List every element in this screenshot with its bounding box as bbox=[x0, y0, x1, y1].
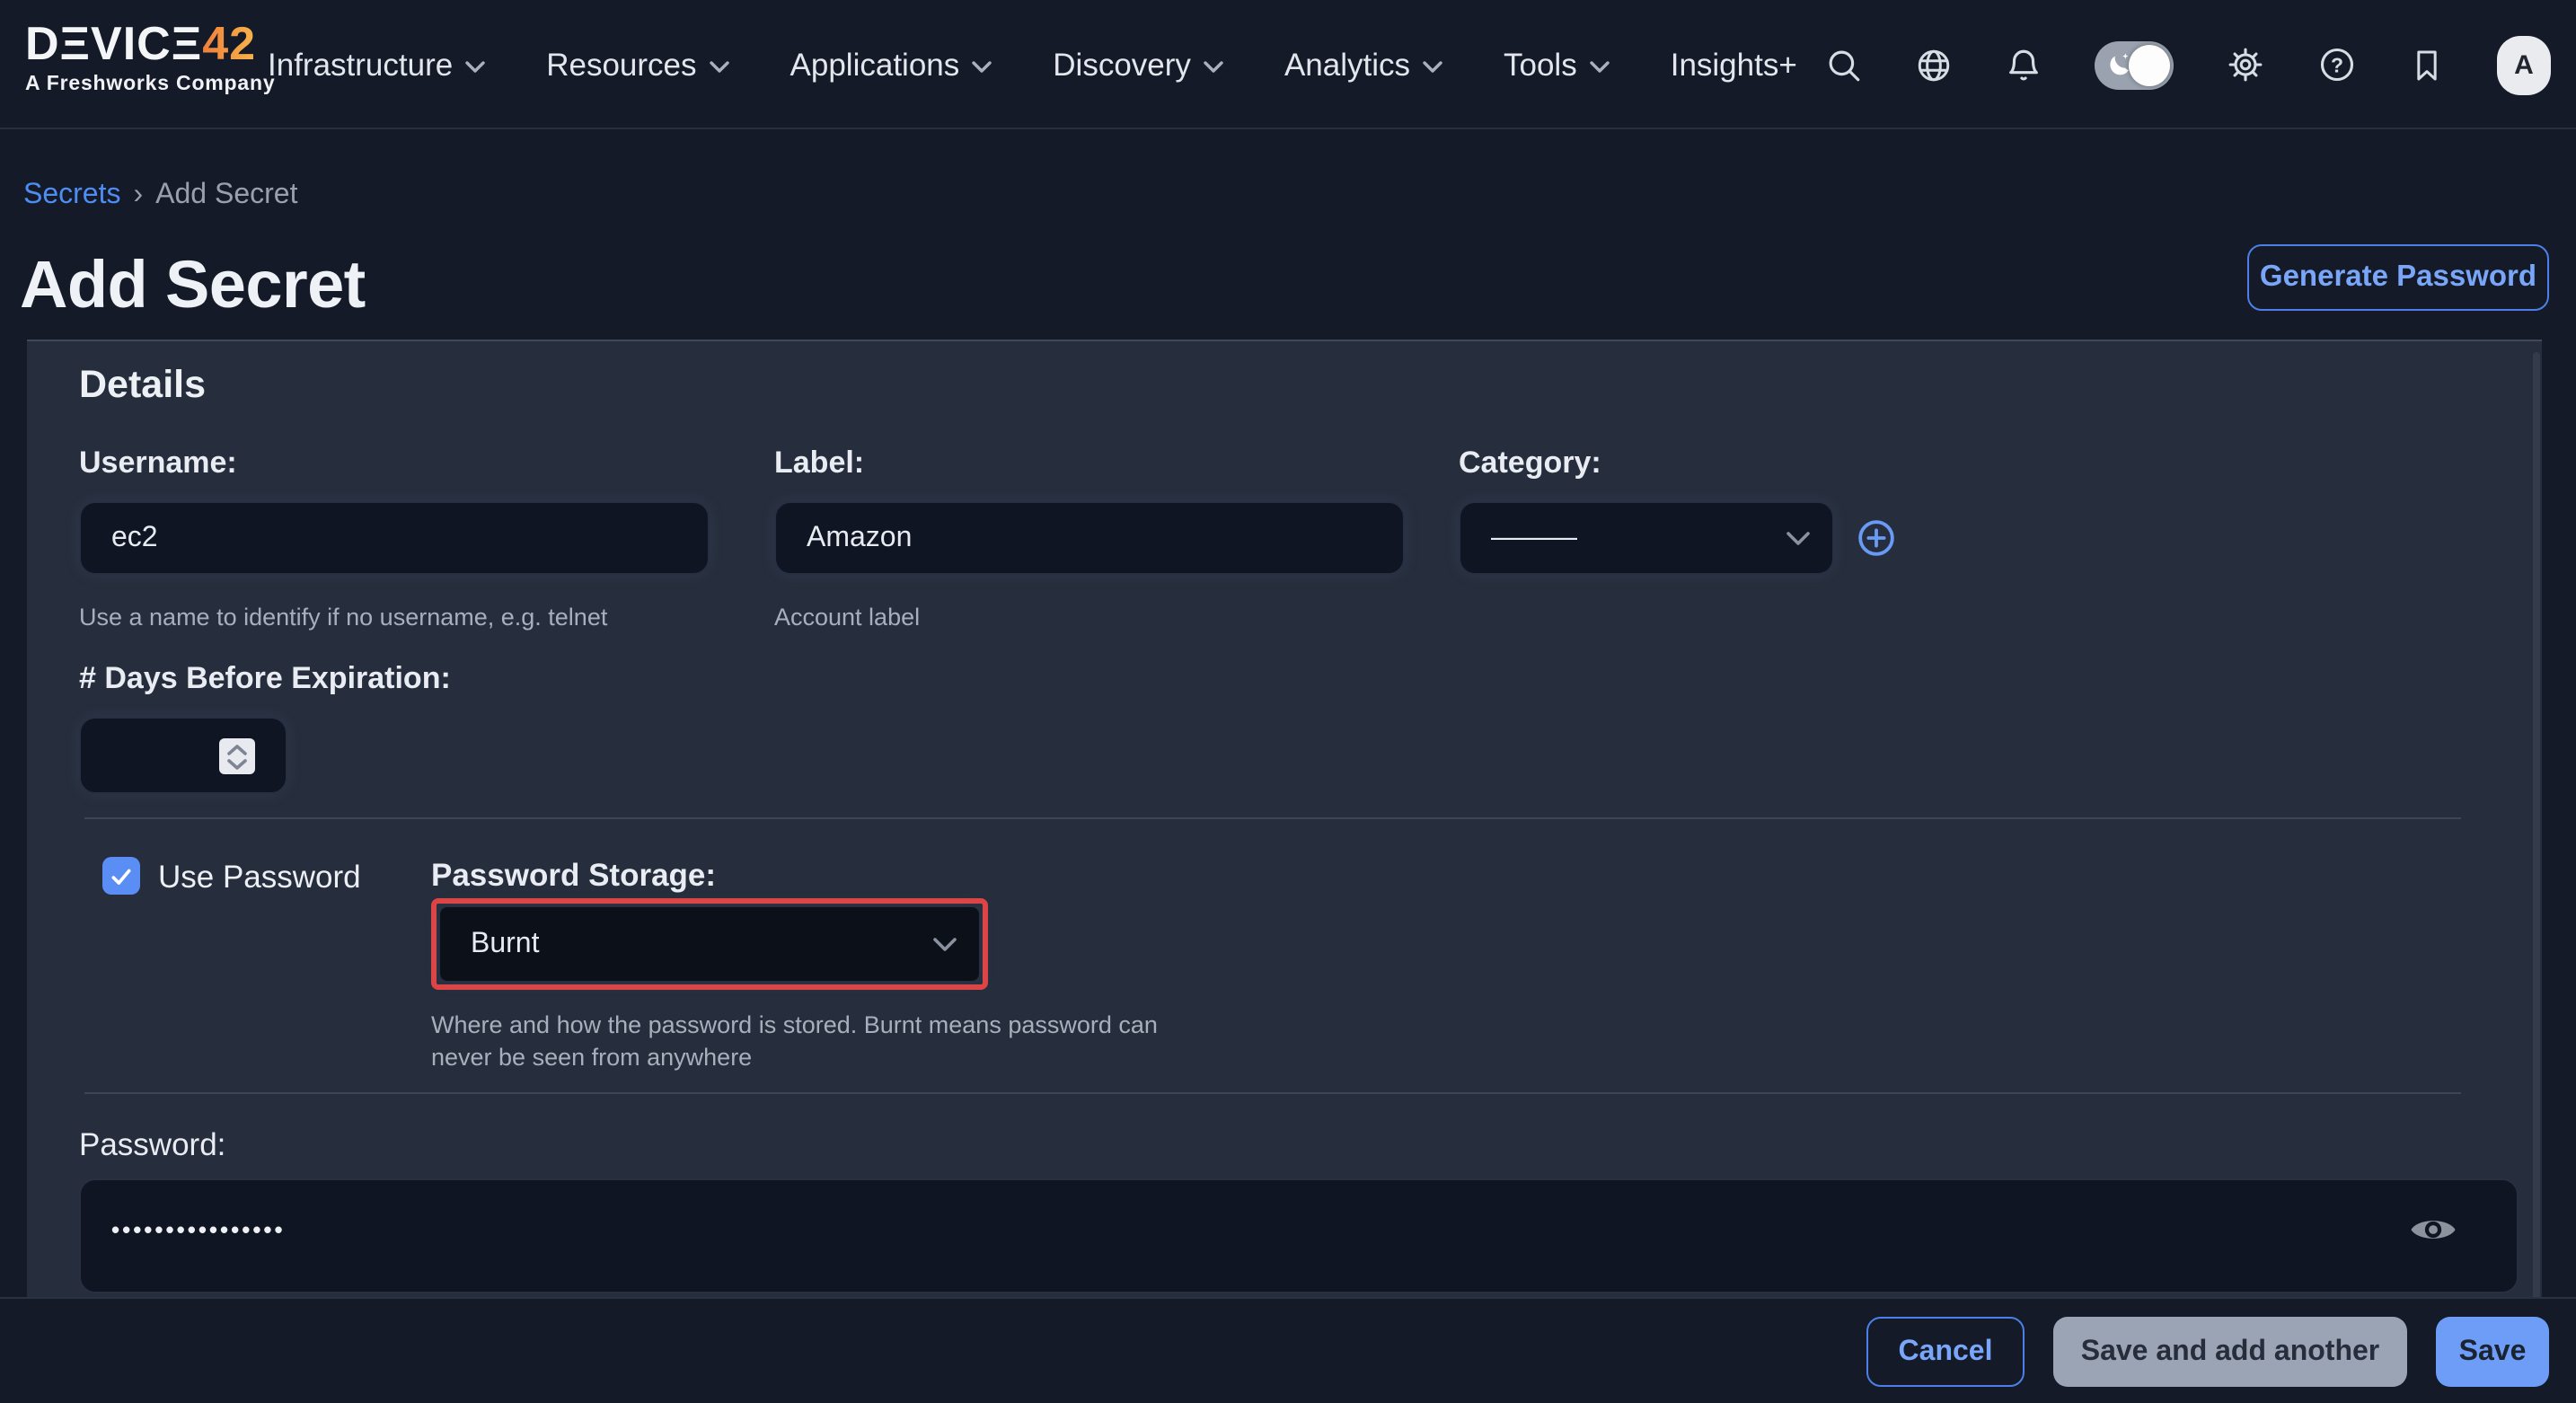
logo-42: 42 bbox=[202, 16, 256, 70]
device42-logo[interactable]: DΞVICΞ42 A Freshworks Company bbox=[25, 20, 275, 96]
password-input[interactable] bbox=[79, 1178, 2519, 1293]
password-storage-value: Burnt bbox=[471, 928, 540, 960]
nav-item-insights[interactable]: Insights+ bbox=[1671, 46, 1797, 84]
nav-item-infrastructure[interactable]: Infrastructure bbox=[268, 46, 485, 84]
bookmark-icon[interactable] bbox=[2409, 46, 2445, 84]
password-storage-helper: Where and how the password is stored. Bu… bbox=[431, 1010, 1207, 1072]
label-helper: Account label bbox=[774, 602, 920, 633]
days-before-expiration-label: # Days Before Expiration: bbox=[79, 661, 451, 697]
chevron-up-icon bbox=[226, 743, 248, 755]
number-stepper[interactable] bbox=[219, 738, 255, 774]
chevron-down-icon bbox=[1590, 60, 1610, 73]
globe-icon[interactable] bbox=[1915, 46, 1953, 84]
action-footer: Cancel Save and add another Save bbox=[0, 1297, 2576, 1403]
nav-item-discovery[interactable]: Discovery bbox=[1053, 46, 1223, 84]
label-field-label: Label: bbox=[774, 446, 864, 481]
toggle-knob bbox=[2129, 44, 2170, 85]
check-icon bbox=[110, 865, 133, 887]
label-input[interactable] bbox=[774, 501, 1405, 575]
nav-item-resources[interactable]: Resources bbox=[546, 46, 728, 84]
breadcrumb: Secrets › Add Secret bbox=[23, 180, 297, 212]
add-category-icon[interactable] bbox=[1856, 517, 1897, 559]
breadcrumb-link-secrets[interactable]: Secrets bbox=[23, 180, 121, 210]
section-divider bbox=[84, 817, 2461, 819]
category-select[interactable]: ——— bbox=[1459, 501, 1834, 575]
chevron-down-icon bbox=[1423, 60, 1442, 73]
scrollbar[interactable] bbox=[2533, 352, 2540, 1358]
username-helper: Use a name to identify if no username, e… bbox=[79, 602, 607, 633]
username-label: Username: bbox=[79, 446, 237, 481]
password-storage-select[interactable]: Burnt bbox=[438, 905, 981, 983]
chevron-down-icon bbox=[226, 757, 248, 770]
section-title-details: Details bbox=[79, 363, 206, 408]
generate-password-button[interactable]: Generate Password bbox=[2247, 244, 2549, 311]
breadcrumb-current: Add Secret bbox=[155, 180, 297, 210]
chevron-down-icon bbox=[710, 60, 729, 73]
username-input[interactable] bbox=[79, 501, 710, 575]
main-menu: Infrastructure Resources Applications Di… bbox=[268, 0, 1797, 129]
page: DΞVICΞ42 A Freshworks Company Infrastruc… bbox=[0, 0, 2576, 1403]
chevron-down-icon bbox=[932, 936, 957, 952]
password-storage-label: Password Storage: bbox=[431, 857, 716, 895]
category-value: ——— bbox=[1491, 522, 1577, 554]
logo-tagline: A Freshworks Company bbox=[25, 75, 275, 96]
settings-gear-icon[interactable] bbox=[2226, 45, 2265, 84]
category-label: Category: bbox=[1459, 446, 1601, 481]
nav-item-analytics[interactable]: Analytics bbox=[1284, 46, 1442, 84]
days-before-expiration-input[interactable] bbox=[79, 717, 287, 794]
details-card: Details Username: Use a name to identify… bbox=[27, 340, 2542, 1403]
page-title: Add Secret bbox=[20, 248, 366, 323]
dark-mode-toggle[interactable] bbox=[2095, 40, 2174, 89]
use-password-label: Use Password bbox=[158, 857, 361, 896]
help-icon[interactable]: ? bbox=[2317, 45, 2357, 84]
svg-text:?: ? bbox=[2331, 53, 2343, 76]
save-button[interactable]: Save bbox=[2436, 1317, 2549, 1387]
show-password-eye-icon[interactable] bbox=[2409, 1213, 2457, 1256]
password-label: Password: bbox=[79, 1126, 225, 1164]
top-nav: DΞVICΞ42 A Freshworks Company Infrastruc… bbox=[0, 0, 2576, 129]
save-and-add-another-button[interactable]: Save and add another bbox=[2053, 1317, 2407, 1387]
logo-text: DΞVICΞ bbox=[25, 16, 202, 70]
nav-item-tools[interactable]: Tools bbox=[1504, 46, 1610, 84]
use-password-checkbox[interactable] bbox=[102, 857, 140, 895]
chevron-down-icon bbox=[1786, 530, 1811, 546]
nav-item-applications[interactable]: Applications bbox=[790, 46, 992, 84]
chevron-down-icon bbox=[465, 60, 485, 73]
section-divider bbox=[84, 1092, 2461, 1094]
chevron-down-icon bbox=[1204, 60, 1223, 73]
breadcrumb-separator: › bbox=[134, 180, 144, 210]
cancel-button[interactable]: Cancel bbox=[1866, 1317, 2025, 1387]
chevron-down-icon bbox=[972, 60, 992, 73]
nav-icon-bar: ? A bbox=[1825, 0, 2551, 129]
notifications-bell-icon[interactable] bbox=[2005, 46, 2042, 84]
search-icon[interactable] bbox=[1825, 46, 1863, 84]
logo-wordmark: DΞVICΞ42 bbox=[25, 20, 275, 66]
user-avatar[interactable]: A bbox=[2497, 35, 2551, 94]
